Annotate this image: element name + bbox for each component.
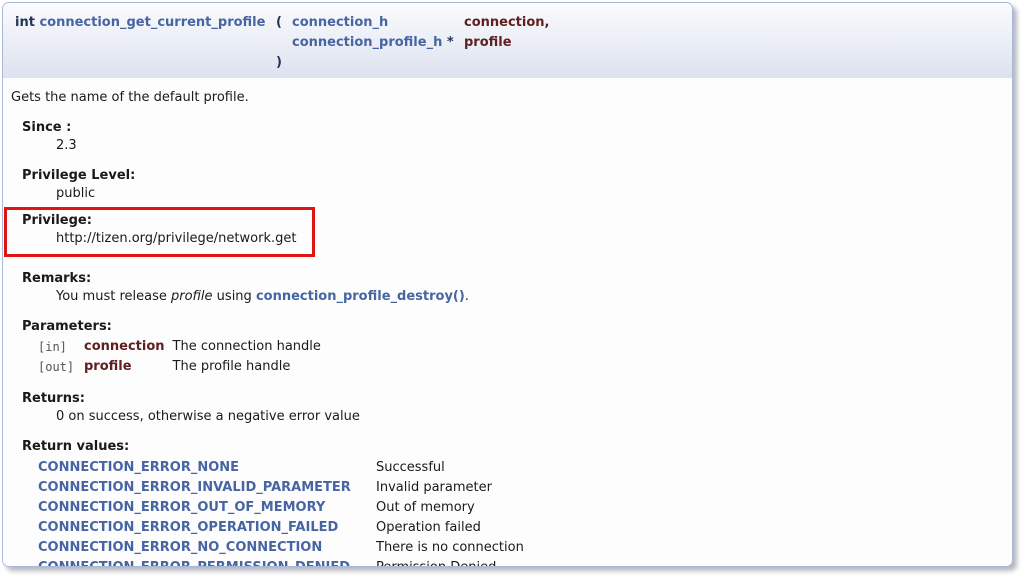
signature-table: int connection_get_current_profile ( con… — [12, 13, 552, 73]
function-doc-card: int connection_get_current_profile ( con… — [2, 2, 1013, 567]
since-label: Since : — [22, 120, 1002, 136]
remarks-text-after: . — [465, 289, 469, 304]
doc-page: int connection_get_current_profile ( con… — [0, 0, 1021, 579]
remarks-text: You must release profile using connectio… — [56, 289, 1002, 305]
close-paren: ) — [273, 53, 289, 73]
return-value-description: Out of memory — [372, 498, 528, 518]
return-values-table: CONNECTION_ERROR_NONE Successful CONNECT… — [34, 458, 528, 567]
parameters-section: Parameters: [in] connection The connecti… — [22, 319, 1002, 377]
param-description: The connection handle — [169, 337, 325, 357]
since-value: 2.3 — [56, 138, 1002, 154]
remarks-text-middle: using — [213, 289, 256, 304]
returns-value: 0 on success, otherwise a negative error… — [56, 409, 1002, 425]
param-row: [out] profile The profile handle — [34, 357, 325, 377]
signature-row-1: int connection_get_current_profile ( con… — [12, 13, 552, 33]
param-type-link-connection-h[interactable]: connection_h — [292, 15, 388, 30]
param-name-profile: profile — [461, 33, 552, 53]
param-type-suffix: * — [442, 35, 453, 50]
signature-row-2: connection_profile_h * profile — [12, 33, 552, 53]
param-direction: [out] — [34, 357, 80, 377]
return-value-description: Invalid parameter — [372, 478, 528, 498]
privilege-highlight-rectangle: Privilege: http://tizen.org/privilege/ne… — [4, 207, 315, 257]
returns-label: Returns: — [22, 391, 1002, 407]
returns-section: Returns: 0 on success, otherwise a negat… — [22, 391, 1002, 425]
signature-row-3: ) — [12, 53, 552, 73]
function-name-link[interactable]: connection_get_current_profile — [39, 15, 265, 30]
return-value-link[interactable]: CONNECTION_ERROR_PERMISSION_DENIED — [38, 560, 350, 567]
privilege-label: Privilege: — [22, 213, 296, 229]
param-name: connection — [80, 337, 169, 357]
return-value-link[interactable]: CONNECTION_ERROR_NONE — [38, 460, 239, 475]
return-value-row: CONNECTION_ERROR_INVALID_PARAMETER Inval… — [34, 478, 528, 498]
param-description: The profile handle — [169, 357, 325, 377]
return-value-link[interactable]: CONNECTION_ERROR_OPERATION_FAILED — [38, 520, 338, 535]
param-name: profile — [80, 357, 169, 377]
remarks-label: Remarks: — [22, 271, 1002, 287]
param-direction: [in] — [34, 337, 80, 357]
return-value-link[interactable]: CONNECTION_ERROR_OUT_OF_MEMORY — [38, 500, 325, 515]
parameters-table: [in] connection The connection handle [o… — [34, 337, 325, 377]
return-value-row: CONNECTION_ERROR_NO_CONNECTION There is … — [34, 538, 528, 558]
function-doc-body: Gets the name of the default profile. Si… — [3, 78, 1012, 567]
param-row: [in] connection The connection handle — [34, 337, 325, 357]
privilege-url: http://tizen.org/privilege/network.get — [56, 231, 296, 247]
return-value-link[interactable]: CONNECTION_ERROR_NO_CONNECTION — [38, 540, 322, 555]
function-signature: int connection_get_current_profile ( con… — [3, 3, 1012, 78]
privilege-section: Privilege: http://tizen.org/privilege/ne… — [22, 213, 296, 247]
function-description: Gets the name of the default profile. — [11, 90, 1002, 106]
return-type: int — [15, 15, 35, 30]
return-value-row: CONNECTION_ERROR_NONE Successful — [34, 458, 528, 478]
return-value-row: CONNECTION_ERROR_PERMISSION_DENIED Permi… — [34, 558, 528, 567]
parameters-label: Parameters: — [22, 319, 1002, 335]
open-paren: ( — [273, 13, 289, 33]
remarks-param-ref: profile — [171, 289, 213, 304]
return-value-description: Operation failed — [372, 518, 528, 538]
return-value-link[interactable]: CONNECTION_ERROR_INVALID_PARAMETER — [38, 480, 351, 495]
return-value-description: Permission Denied — [372, 558, 528, 567]
return-value-row: CONNECTION_ERROR_OUT_OF_MEMORY Out of me… — [34, 498, 528, 518]
param-type-link-connection-profile-h[interactable]: connection_profile_h — [292, 35, 442, 50]
privilege-level-value: public — [56, 186, 1002, 202]
remarks-text-before: You must release — [56, 289, 171, 304]
return-values-label: Return values: — [22, 439, 1002, 455]
privilege-level-label: Privilege Level: — [22, 168, 1002, 184]
return-value-description: There is no connection — [372, 538, 528, 558]
return-value-description: Successful — [372, 458, 528, 478]
remarks-section: Remarks: You must release profile using … — [22, 271, 1002, 305]
param-name-connection: connection, — [461, 13, 552, 33]
return-values-section: Return values: CONNECTION_ERROR_NONE Suc… — [22, 439, 1002, 567]
privilege-level-section: Privilege Level: public — [22, 168, 1002, 202]
remarks-destroy-link[interactable]: connection_profile_destroy() — [256, 289, 465, 304]
since-section: Since : 2.3 — [22, 120, 1002, 154]
return-value-row: CONNECTION_ERROR_OPERATION_FAILED Operat… — [34, 518, 528, 538]
